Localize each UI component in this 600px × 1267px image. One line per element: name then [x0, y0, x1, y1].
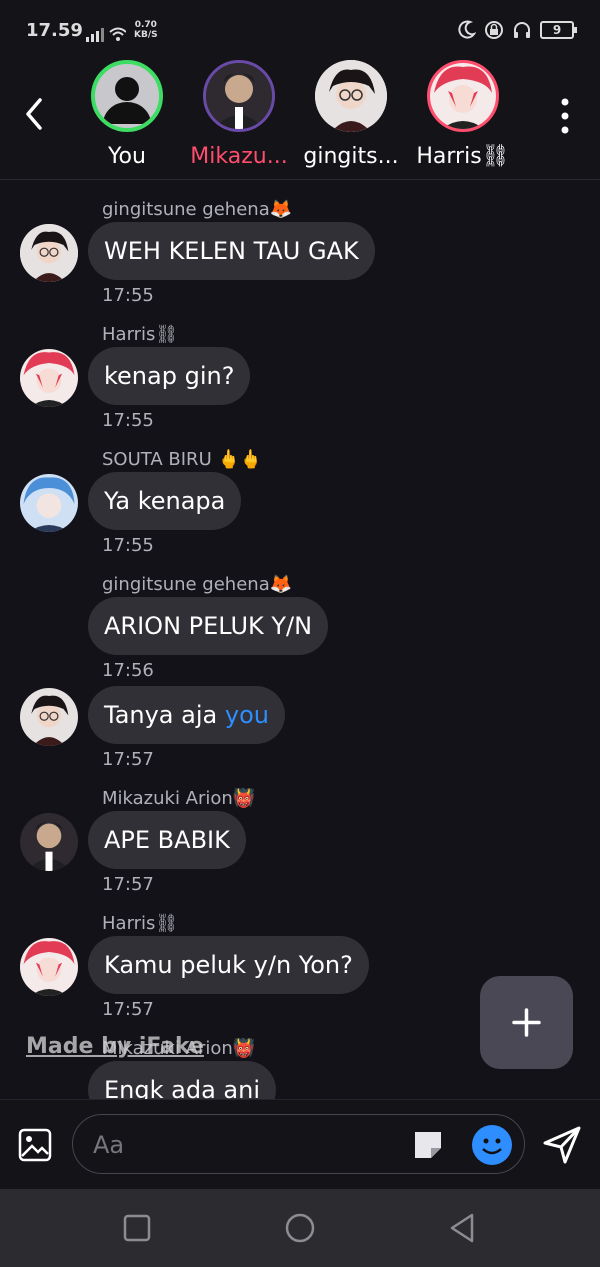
sender-name: gingitsune gehena🦊: [102, 199, 293, 220]
back-arrow-icon[interactable]: [20, 94, 50, 134]
message-list[interactable]: gingitsune gehena🦊 WEH KELEN TAU GAK 17:…: [0, 181, 600, 1099]
plus-icon: [512, 1008, 541, 1037]
gallery-icon[interactable]: [18, 1128, 52, 1162]
avatar[interactable]: [20, 224, 78, 282]
message-bubble[interactable]: APE BABIK: [88, 811, 246, 869]
member-name: Mikazu...: [190, 144, 288, 169]
member-list: You Mikazu... gingits... Harris⛓: [86, 60, 536, 180]
moon-icon: [458, 20, 476, 39]
back-nav-icon[interactable]: [446, 1211, 480, 1245]
status-bar: 17.59 0.70 KB/S 9: [0, 0, 600, 60]
avatar[interactable]: [20, 688, 78, 746]
message-time: 17:56: [102, 660, 154, 681]
message-bubble[interactable]: WEH KELEN TAU GAK: [88, 222, 375, 280]
message-bubble[interactable]: Ya kenapa: [88, 472, 242, 530]
message-input-field[interactable]: [72, 1114, 525, 1174]
message-composer: [0, 1099, 600, 1189]
recent-apps-icon[interactable]: [120, 1211, 154, 1245]
member-gingitsune[interactable]: gingits...: [296, 60, 406, 169]
add-button[interactable]: [480, 976, 573, 1069]
avatar: [203, 60, 275, 132]
sender-name: gingitsune gehena🦊: [102, 574, 293, 595]
message-time: 17:57: [102, 749, 154, 770]
message-bubble[interactable]: Engk ada ani: [88, 1061, 276, 1099]
avatar: [427, 60, 499, 132]
avatar[interactable]: [20, 813, 78, 871]
message-text: Tanya aja: [104, 701, 225, 729]
message-time: 17:55: [102, 410, 154, 431]
message-time: 17:55: [102, 285, 154, 306]
avatar[interactable]: [20, 349, 78, 407]
message-bubble[interactable]: kenap gin?: [88, 347, 251, 405]
net-speed-value: 0.70: [134, 20, 157, 30]
avatar: [315, 60, 387, 132]
status-time: 17.59: [26, 20, 83, 41]
sender-name: Harris⛓: [102, 324, 179, 345]
sender-name: Mikazuki Arion👹: [102, 788, 256, 809]
default-avatar-icon: [91, 60, 163, 132]
message-bubble[interactable]: ARION PELUK Y/N: [88, 597, 329, 655]
member-name: You: [108, 144, 146, 169]
member-you[interactable]: You: [72, 60, 182, 169]
message-bubble[interactable]: Kamu peluk y/n Yon?: [88, 936, 369, 994]
message-time: 17:55: [102, 535, 154, 556]
message-time: 17:57: [102, 874, 154, 895]
net-speed-unit: KB/S: [134, 30, 158, 40]
member-mikazuki[interactable]: Mikazu...: [184, 60, 294, 169]
message-time: 17:57: [102, 999, 154, 1020]
more-options-icon[interactable]: [556, 96, 574, 136]
watermark: Made by iFake: [26, 1034, 204, 1059]
battery-indicator: 9: [540, 21, 577, 39]
message-bubble[interactable]: Tanya aja you: [88, 686, 285, 744]
avatar[interactable]: [20, 474, 78, 532]
avatar[interactable]: [20, 938, 78, 996]
member-harris[interactable]: Harris⛓: [408, 60, 518, 169]
lock-icon: [485, 21, 503, 39]
headphone-icon: [514, 22, 530, 38]
chat-header: You Mikazu... gingits... Harris⛓: [0, 60, 600, 180]
send-icon[interactable]: [542, 1125, 582, 1165]
net-speed: 0.70 KB/S: [134, 20, 158, 40]
member-name: Harris⛓: [416, 144, 510, 169]
message-input[interactable]: [93, 1127, 393, 1163]
system-nav-bar: [0, 1189, 600, 1267]
signal-wifi-icon: [86, 27, 126, 42]
sticker-icon[interactable]: [411, 1128, 445, 1162]
sender-name: Harris⛓: [102, 913, 179, 934]
emoji-icon[interactable]: [471, 1124, 513, 1166]
status-icons: 9: [456, 20, 577, 40]
home-icon[interactable]: [283, 1211, 317, 1245]
mention-link[interactable]: you: [225, 701, 269, 729]
sender-name: SOUTA BIRU 🖕🖕: [102, 449, 263, 470]
member-name: gingits...: [303, 144, 399, 169]
